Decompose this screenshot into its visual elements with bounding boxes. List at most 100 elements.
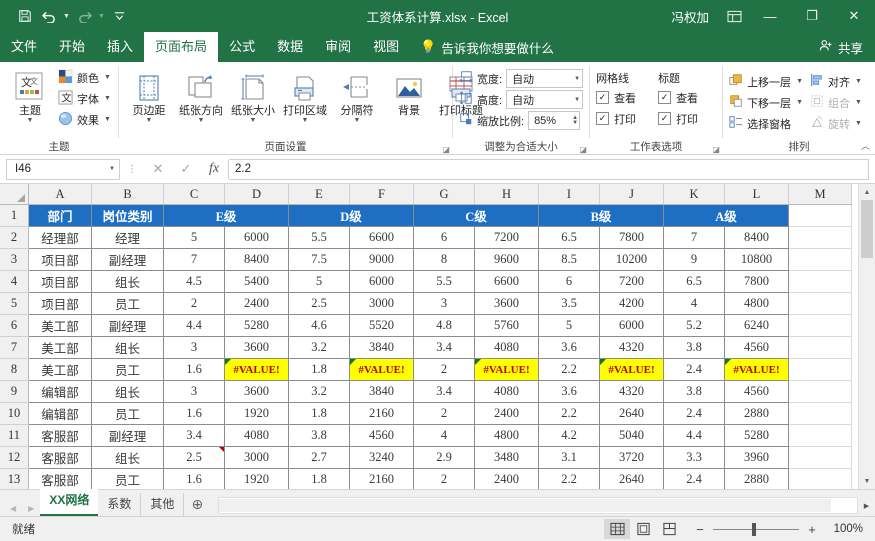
empty-cell[interactable]	[788, 248, 852, 271]
cell-D2[interactable]: 6000	[224, 226, 289, 249]
cell-E6[interactable]: 4.6	[288, 314, 350, 337]
theme-fonts-button[interactable]: 文 字体 ▼	[56, 88, 116, 109]
size-button[interactable]: 纸张大小 ▼	[227, 67, 279, 126]
tab-insert[interactable]: 插入	[96, 32, 144, 62]
cell-I10[interactable]: 2.2	[538, 402, 600, 425]
cell-J3[interactable]: 10200	[599, 248, 664, 271]
cell-H10[interactable]: 2400	[474, 402, 539, 425]
cell-D4[interactable]: 5400	[224, 270, 289, 293]
cell-I5[interactable]: 3.5	[538, 292, 600, 315]
group-button[interactable]: 组合 ▼	[808, 92, 867, 113]
cell-G9[interactable]: 3.4	[413, 380, 475, 403]
empty-cell[interactable]	[788, 380, 852, 403]
cell-I13[interactable]: 2.2	[538, 468, 600, 489]
column-header-c[interactable]: C	[163, 184, 225, 205]
cell-J13[interactable]: 2640	[599, 468, 664, 489]
cell-L5[interactable]: 4800	[724, 292, 789, 315]
cell-C5[interactable]: 2	[163, 292, 225, 315]
cell-D5[interactable]: 2400	[224, 292, 289, 315]
header-cell-5[interactable]: C级	[413, 204, 539, 227]
cell-L13[interactable]: 2880	[724, 468, 789, 489]
cell-C6[interactable]: 4.4	[163, 314, 225, 337]
page-layout-view-icon[interactable]	[630, 519, 656, 539]
sheet-tab-xx-network[interactable]: XX网络	[40, 489, 99, 516]
column-header-i[interactable]: I	[538, 184, 600, 205]
cell-F13[interactable]: 2160	[349, 468, 414, 489]
cell-G12[interactable]: 2.9	[413, 446, 475, 469]
cell-G10[interactable]: 2	[413, 402, 475, 425]
cell-B8[interactable]: 员工	[91, 358, 164, 381]
empty-cell[interactable]	[788, 226, 852, 249]
cell-K3[interactable]: 9	[663, 248, 725, 271]
size-dropdown-icon[interactable]: ▼	[250, 117, 257, 124]
cell-I9[interactable]: 3.6	[538, 380, 600, 403]
cell-E8[interactable]: 1.8	[288, 358, 350, 381]
zoom-control[interactable]: − + 100%	[682, 522, 863, 537]
column-header-l[interactable]: L	[724, 184, 789, 205]
breaks-button[interactable]: 分隔符 ▼	[331, 67, 383, 126]
cell-B6[interactable]: 副经理	[91, 314, 164, 337]
cell-E10[interactable]: 1.8	[288, 402, 350, 425]
name-box[interactable]: I46 ▼	[6, 158, 120, 180]
send-backward-button[interactable]: 下移一层 ▼	[727, 92, 808, 113]
cell-C3[interactable]: 7	[163, 248, 225, 271]
undo-dropdown-icon[interactable]: ▼	[62, 13, 71, 20]
theme-colors-button[interactable]: 颜色 ▼	[56, 67, 116, 88]
chevron-down-icon[interactable]: ▼	[568, 97, 580, 103]
ribbon-display-options-icon[interactable]	[719, 0, 749, 32]
cell-H4[interactable]: 6600	[474, 270, 539, 293]
cell-D10[interactable]: 1920	[224, 402, 289, 425]
header-cell-6[interactable]: B级	[538, 204, 664, 227]
cell-G13[interactable]: 2	[413, 468, 475, 489]
cell-C12[interactable]: 2.5	[163, 446, 225, 469]
cell-C2[interactable]: 5	[163, 226, 225, 249]
cell-E4[interactable]: 5	[288, 270, 350, 293]
close-button[interactable]: ✕	[833, 0, 875, 32]
chevron-down-icon[interactable]: ▼	[104, 116, 111, 123]
cell-G7[interactable]: 3.4	[413, 336, 475, 359]
empty-cell[interactable]	[788, 314, 852, 337]
cell-K8[interactable]: 2.4	[663, 358, 725, 381]
cell-H5[interactable]: 3600	[474, 292, 539, 315]
tab-data[interactable]: 数据	[266, 32, 314, 62]
cell-J5[interactable]: 4200	[599, 292, 664, 315]
print-area-button[interactable]: 打印区域 ▼	[279, 67, 331, 126]
cell-L6[interactable]: 6240	[724, 314, 789, 337]
zoom-slider-track[interactable]	[713, 522, 799, 536]
cell-L4[interactable]: 7800	[724, 270, 789, 293]
cell-C11[interactable]: 3.4	[163, 424, 225, 447]
cell-I11[interactable]: 4.2	[538, 424, 600, 447]
chevron-down-icon[interactable]: ▼	[855, 78, 862, 85]
cell-L3[interactable]: 10800	[724, 248, 789, 271]
zoom-out-button[interactable]: −	[694, 522, 706, 537]
cell-A10[interactable]: 编辑部	[28, 402, 92, 425]
theme-effects-button[interactable]: 效果 ▼	[56, 109, 116, 130]
cell-F10[interactable]: 2160	[349, 402, 414, 425]
cell-H6[interactable]: 5760	[474, 314, 539, 337]
gridlines-view-checkbox[interactable]: ✓	[596, 91, 610, 104]
horizontal-scroll-thumb[interactable]	[219, 499, 832, 512]
column-header-h[interactable]: H	[474, 184, 539, 205]
cell-H11[interactable]: 4800	[474, 424, 539, 447]
cell-C10[interactable]: 1.6	[163, 402, 225, 425]
cell-C13[interactable]: 1.6	[163, 468, 225, 489]
cell-K10[interactable]: 2.4	[663, 402, 725, 425]
cell-C4[interactable]: 4.5	[163, 270, 225, 293]
cell-A3[interactable]: 项目部	[28, 248, 92, 271]
align-button[interactable]: 对齐 ▼	[808, 71, 867, 92]
scroll-right-icon[interactable]: ▶	[858, 498, 875, 513]
cell-G8[interactable]: 2	[413, 358, 475, 381]
background-button[interactable]: 背景	[383, 67, 435, 119]
empty-cell[interactable]	[788, 358, 852, 381]
cell-L12[interactable]: 3960	[724, 446, 789, 469]
row-header-11[interactable]: 11	[0, 424, 29, 447]
collapse-ribbon-icon[interactable]: ︿	[861, 139, 870, 152]
cell-E5[interactable]: 2.5	[288, 292, 350, 315]
cell-E3[interactable]: 7.5	[288, 248, 350, 271]
cell-K5[interactable]: 4	[663, 292, 725, 315]
cell-D7[interactable]: 3600	[224, 336, 289, 359]
height-combo[interactable]: 自动 ▼	[506, 90, 584, 109]
empty-cell[interactable]	[788, 292, 852, 315]
cell-C9[interactable]: 3	[163, 380, 225, 403]
empty-cell[interactable]	[788, 204, 852, 227]
